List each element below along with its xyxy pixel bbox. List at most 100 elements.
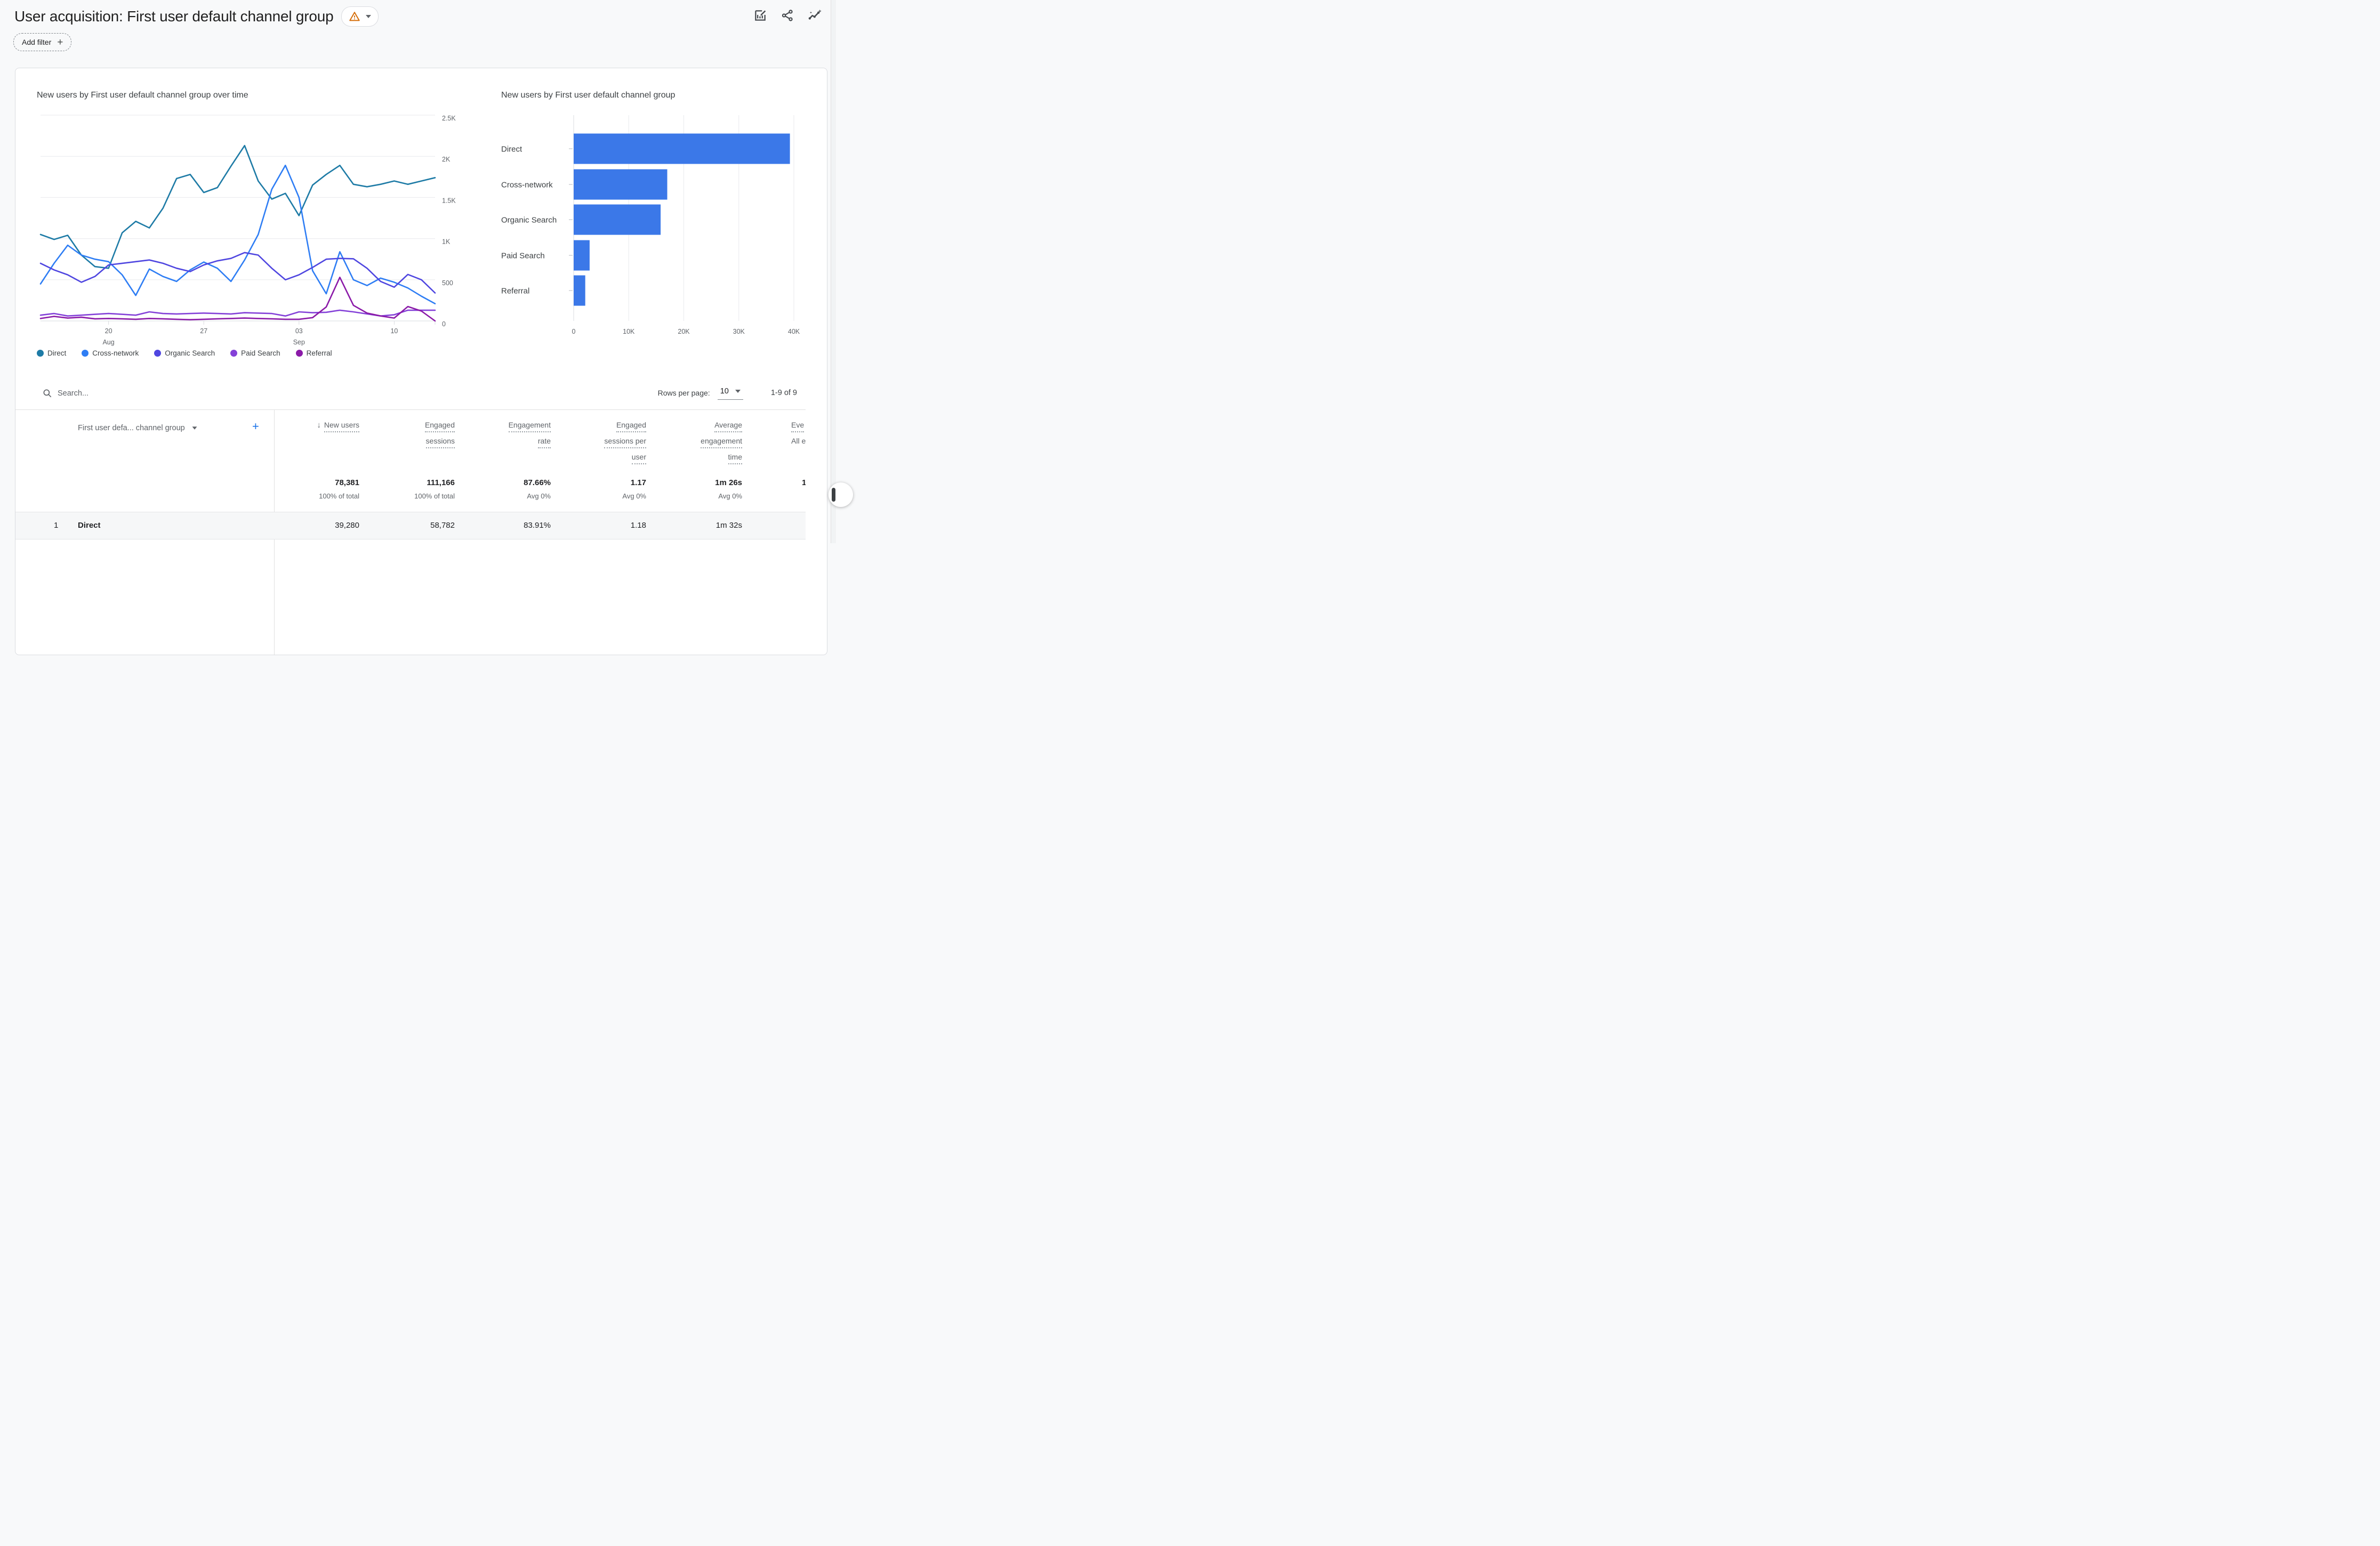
x-axis-label: 10K bbox=[623, 328, 635, 335]
report-actions bbox=[753, 9, 822, 22]
x-axis-sublabel: Sep bbox=[293, 339, 305, 346]
legend-dot bbox=[37, 349, 44, 357]
x-axis-label: 0 bbox=[572, 328, 576, 335]
insights-icon[interactable] bbox=[808, 9, 822, 22]
legend-label: Direct bbox=[47, 349, 67, 357]
row-index: 1 bbox=[54, 521, 59, 530]
x-axis-label: 40K bbox=[788, 328, 800, 335]
rows-per-page-select[interactable]: 10 bbox=[717, 386, 743, 400]
bar-category-label: Cross-network bbox=[501, 181, 553, 190]
table-header-engaged-sessions-per-user[interactable]: Engaged sessions per user bbox=[604, 421, 646, 464]
y-axis-label: 2K bbox=[442, 156, 451, 163]
sort-descending-icon: ↓ bbox=[317, 421, 321, 430]
bar-referral bbox=[574, 275, 585, 306]
x-axis-label: 20K bbox=[678, 328, 690, 335]
chevron-down-icon bbox=[192, 426, 197, 430]
add-dimension-button[interactable]: + bbox=[252, 420, 259, 433]
report-card: New users by First user default channel … bbox=[15, 68, 827, 655]
search-icon bbox=[43, 389, 52, 398]
totals-value: 111,166 bbox=[427, 478, 455, 487]
x-axis-label: 03 bbox=[295, 327, 303, 335]
table-header-new-users[interactable]: ↓ New users bbox=[317, 421, 359, 432]
totals-subtext: Avg 0% bbox=[622, 492, 646, 500]
totals-subtext: 100% of total bbox=[414, 492, 455, 500]
totals-value: 1.17 bbox=[630, 478, 646, 487]
y-axis-label: 1K bbox=[442, 238, 451, 246]
legend-label: Referral bbox=[306, 349, 332, 357]
legend-item: Referral bbox=[295, 349, 332, 357]
dimension-header[interactable]: First user defa... channel group bbox=[78, 424, 197, 432]
header-label: engagement bbox=[701, 437, 742, 448]
header-label: Average bbox=[714, 421, 742, 432]
table-cell: 1m 32s bbox=[715, 521, 742, 530]
table-row: 1 Direct 39,280 58,782 83.91% 1.18 1m 32s bbox=[15, 512, 806, 540]
header-label: user bbox=[631, 453, 646, 464]
totals-subtext: Avg 0% bbox=[527, 492, 551, 500]
x-axis-sublabel: Aug bbox=[102, 339, 114, 346]
page-title: User acquisition: First user default cha… bbox=[14, 8, 334, 25]
bar-organic-search bbox=[574, 204, 661, 235]
header-label: Engaged bbox=[616, 421, 646, 432]
line-series-organic-search bbox=[39, 252, 436, 294]
totals-value: 1m 26s bbox=[715, 478, 742, 487]
table-cell: 83.91% bbox=[524, 521, 551, 530]
warning-triangle-icon bbox=[349, 12, 360, 21]
add-filter-button[interactable]: Add filter + bbox=[13, 33, 72, 51]
table-header-average-engagement-time[interactable]: Average engagement time bbox=[701, 421, 742, 464]
search-placeholder: Search... bbox=[58, 389, 89, 398]
header-label: rate bbox=[537, 437, 551, 448]
header-label: New users bbox=[324, 421, 359, 432]
legend-dot bbox=[230, 349, 238, 357]
legend-item: Paid Search bbox=[230, 349, 280, 357]
plus-icon: + bbox=[57, 36, 63, 48]
totals-subtext: 100% of total bbox=[319, 492, 359, 500]
rows-per-page-value: 10 bbox=[720, 387, 729, 396]
line-series-direct bbox=[39, 144, 436, 269]
header-label: Engaged bbox=[424, 421, 455, 432]
totals-cell: 1.17 Avg 0% bbox=[622, 478, 646, 500]
legend-dot bbox=[295, 349, 303, 357]
header-label: Engagement bbox=[508, 421, 551, 432]
legend-item: Direct bbox=[37, 349, 66, 357]
table-header-engaged-sessions[interactable]: Engaged sessions bbox=[424, 421, 455, 448]
totals-cell: 111,166 100% of total bbox=[414, 478, 455, 500]
bar-category-label: Direct bbox=[501, 145, 522, 154]
scrollbar-track[interactable] bbox=[831, 0, 836, 543]
data-quality-chip[interactable] bbox=[341, 6, 379, 27]
totals-value-truncated: 1 bbox=[802, 478, 806, 487]
line-series-cross-network bbox=[39, 164, 436, 304]
edit-report-icon[interactable] bbox=[753, 9, 767, 22]
report-header: User acquisition: First user default cha… bbox=[14, 6, 379, 27]
x-axis-label: 30K bbox=[733, 328, 745, 335]
pagination-range: 1-9 of 9 bbox=[770, 389, 797, 397]
chart-legend: Direct Cross-network Organic Search Paid Se… bbox=[37, 348, 332, 358]
legend-item: Cross-network bbox=[82, 349, 139, 357]
data-table: First user defa... channel group + ↓ New … bbox=[15, 409, 806, 655]
insights-fab[interactable] bbox=[829, 482, 853, 507]
totals-value: 78,381 bbox=[335, 478, 359, 487]
table-header-engagement-rate[interactable]: Engagement rate bbox=[508, 421, 551, 448]
y-axis-label: 1.5K bbox=[442, 197, 456, 204]
header-label: All e bbox=[791, 437, 806, 445]
bar-chart-title: New users by First user default channel … bbox=[501, 91, 676, 100]
rows-per-page-label: Rows per page: bbox=[657, 389, 710, 397]
bar-category-label: Organic Search bbox=[501, 216, 557, 225]
totals-cell: 1m 26s Avg 0% bbox=[715, 478, 742, 500]
table-search[interactable]: Search... bbox=[42, 388, 89, 399]
bar-chart: 0 10K 20K 30K 40K Direct Cross-network Organic … bbox=[501, 115, 800, 335]
line-chart: 0 500 1K 1.5K 2K 2.5K 20 Aug 27 03 Sep 10 bbox=[39, 115, 456, 346]
legend-dot bbox=[82, 349, 89, 357]
bar-direct bbox=[574, 133, 790, 164]
legend-label: Paid Search bbox=[241, 349, 280, 357]
legend-label: Cross-network bbox=[92, 349, 139, 357]
bar-category-label: Referral bbox=[501, 287, 529, 296]
header-label: Eve bbox=[791, 421, 805, 432]
table-cell: 39,280 bbox=[335, 521, 359, 530]
bar-category-label: Paid Search bbox=[501, 252, 545, 261]
table-header-eve-all-e[interactable]: Eve All e bbox=[791, 421, 806, 445]
y-axis-label: 2.5K bbox=[442, 115, 456, 122]
bar-paid-search bbox=[574, 240, 590, 271]
bar-cross-network bbox=[574, 169, 668, 200]
share-icon[interactable] bbox=[781, 9, 794, 22]
totals-subtext: Avg 0% bbox=[718, 492, 742, 500]
